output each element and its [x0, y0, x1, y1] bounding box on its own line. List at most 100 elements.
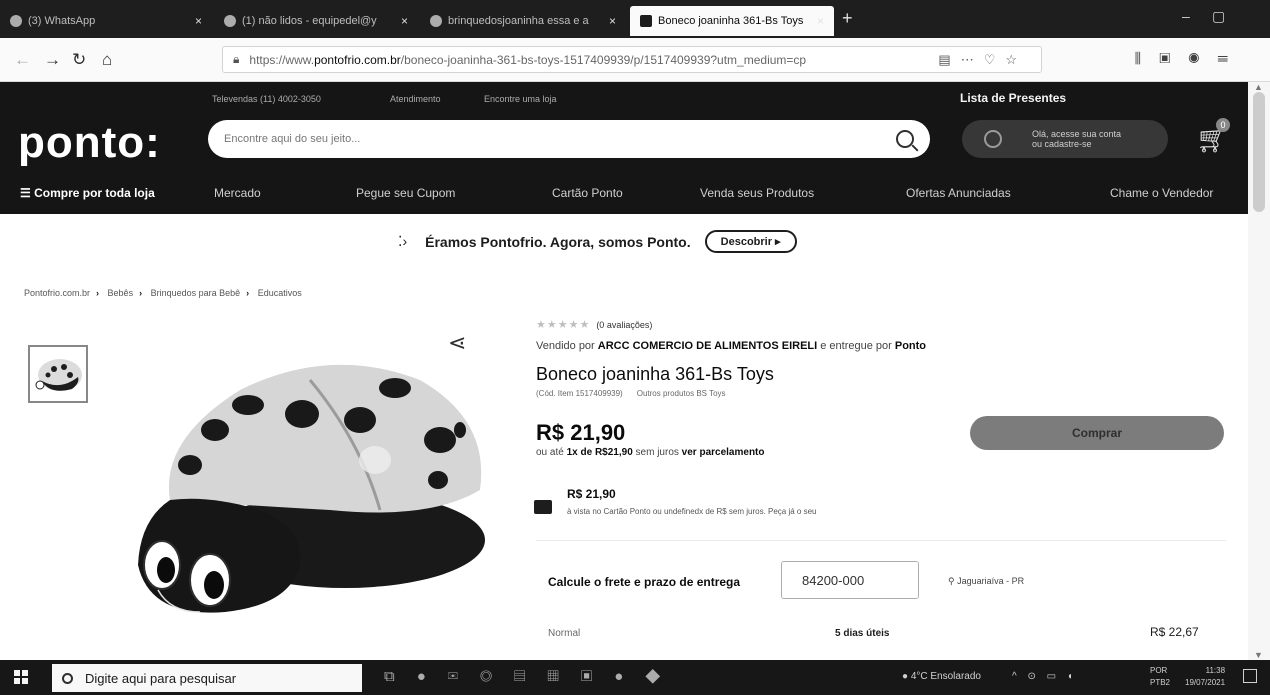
product-thumbnail[interactable] [28, 345, 88, 403]
tab-product[interactable]: Boneco joaninha 361-Bs Toys × [630, 6, 834, 36]
whatsapp-icon [10, 15, 22, 27]
card-note: à vista no Cartão Ponto ou undefinedx de… [567, 507, 817, 516]
star-icon: ★★★★★ [536, 319, 591, 331]
tab-whatsapp[interactable]: (3) WhatsApp × [0, 6, 212, 36]
product-code: (Cód. Item 1517409939) [536, 389, 623, 398]
cep-input[interactable] [781, 561, 919, 599]
language-code: POR [1150, 666, 1168, 675]
toolbar-icons[interactable]: ⫼▣◉☰ [1135, 50, 1246, 67]
address-bar[interactable]: 🔒︎ https://www.pontofrio.com.br/boneco-j… [222, 46, 1042, 73]
search-icon [62, 672, 73, 684]
atendimento-link[interactable]: Atendimento [390, 94, 441, 104]
language-indicator[interactable]: POR PTB2 [1150, 665, 1170, 689]
rating-stars[interactable]: ★★★★★ (0 avaliações) [536, 318, 652, 331]
clock-time: 11:38 [1205, 666, 1226, 675]
other-products-link[interactable]: Outros produtos BS Toys [637, 389, 726, 398]
account-line-1: Olá, acesse sua conta [1032, 129, 1122, 139]
lock-icon: 🔒︎ [233, 52, 240, 66]
scrollbar-thumb[interactable] [1253, 92, 1265, 212]
page-actions-icon[interactable]: ▤⋯♡☆ [938, 52, 1027, 68]
system-tray-icon[interactable]: ^ ⊙ ▭ ◖ [1012, 671, 1077, 682]
breadcrumb: Pontofrio.com.br › Bebês › Brinquedos para… [24, 288, 302, 298]
shipping-type: Normal [548, 628, 581, 639]
buy-button[interactable]: Comprar [970, 416, 1224, 450]
main-menu: ☰ Compre por toda loja Mercado Pegue seu… [0, 178, 1248, 208]
google-icon [430, 15, 442, 27]
delivered-by-name: Ponto [894, 340, 927, 352]
search-box [208, 120, 930, 158]
user-icon [984, 130, 1002, 148]
menu-chame-vendedor[interactable]: Chame o Vendedor [1110, 186, 1213, 200]
weather-widget[interactable]: ● 4°C Ensolarado [902, 671, 981, 682]
review-count: (0 avaliações) [596, 320, 653, 330]
breadcrumb-item[interactable]: Pontofrio.com.br [24, 288, 90, 298]
breadcrumb-item[interactable]: Educativos [258, 288, 302, 298]
chevron-right-icon: › [96, 288, 100, 298]
home-icon[interactable]: ⌂ [102, 50, 112, 70]
city-location[interactable]: ⚲ Jaguariaíva - PR [948, 576, 1024, 587]
site-header: Televendas (11) 4002-3050 Atendimento En… [0, 82, 1248, 214]
ponto-logo[interactable]: ponto: [18, 118, 161, 168]
menu-cartao[interactable]: Cartão Ponto [552, 186, 623, 200]
breadcrumb-item[interactable]: Bebês [108, 288, 134, 298]
maximize-icon[interactable]: ▢ [1212, 8, 1225, 25]
account-line-2: ou cadastre-se [1032, 139, 1092, 149]
new-tab-icon[interactable]: + [842, 8, 853, 29]
tab-search[interactable]: brinquedosjoaninha essa e a × [420, 6, 626, 36]
close-icon[interactable]: × [401, 14, 408, 28]
installments-info: ou até 1x de R$21,90 sem juros ver parce… [536, 447, 765, 458]
reload-icon[interactable]: ↻ [72, 50, 86, 70]
breadcrumb-item[interactable]: Brinquedos para Bebê [151, 288, 241, 298]
installments-suffix: sem juros [632, 447, 682, 458]
search-input[interactable] [224, 133, 896, 145]
menu-ofertas[interactable]: Ofertas Anunciadas [906, 186, 1011, 200]
back-icon[interactable]: ← [14, 50, 31, 70]
tab-email[interactable]: (1) não lidos - equipedel@y × [214, 6, 418, 36]
clock[interactable]: 11:38 19/07/2021 [1185, 665, 1225, 689]
scroll-down-icon[interactable]: ▼ [1254, 650, 1263, 660]
card-price: R$ 21,90 [567, 487, 616, 501]
seller-info: Vendido por ARCC COMERCIO DE ALIMENTOS E… [536, 340, 926, 352]
windows-taskbar: Digite aqui para pesquisar ⧉●✉◎▤▦▣●◆ ● 4… [0, 660, 1270, 695]
notification-icon[interactable] [1243, 669, 1257, 683]
televendas-link[interactable]: Televendas (11) 4002-3050 [212, 94, 321, 104]
taskbar-search-placeholder: Digite aqui para pesquisar [85, 670, 237, 686]
menu-all-departments[interactable]: ☰ Compre por toda loja [20, 186, 155, 200]
taskbar-search[interactable]: Digite aqui para pesquisar [52, 664, 362, 692]
store-finder-link[interactable]: Encontre uma loja [484, 94, 557, 104]
shipping-label: Calcule o frete e prazo de entrega [548, 575, 741, 589]
weather-text: 4°C Ensolarado [910, 671, 981, 682]
discover-button[interactable]: Descobrir ▸ [704, 230, 797, 253]
url-text: https://www.pontofrio.com.br/boneco-joan… [249, 52, 807, 67]
browser-tab-bar: (3) WhatsApp × (1) não lidos - equipedel… [0, 0, 1270, 38]
close-icon[interactable]: × [609, 14, 616, 28]
installments-prefix: ou até [536, 447, 567, 458]
windows-start-icon[interactable] [14, 670, 28, 684]
cart-icon[interactable]: 🛒︎ 0 [1196, 118, 1230, 154]
cart-count-badge: 0 [1216, 118, 1230, 132]
forward-icon[interactable]: → [44, 50, 61, 70]
chevron-right-icon: › [246, 288, 250, 298]
shipping-days: 5 dias úteis [835, 628, 890, 639]
installments-value: 1x de R$21,90 [566, 447, 633, 458]
close-icon[interactable]: × [195, 14, 202, 28]
gift-list-link[interactable]: Lista de Presentes [960, 91, 1066, 105]
ponto-dots-icon: ⁚› [398, 233, 408, 249]
product-title: Boneco joaninha 361-Bs Toys [536, 364, 774, 384]
minimize-icon[interactable]: – [1182, 8, 1190, 24]
account-button[interactable]: Olá, acesse sua conta ou cadastre-se [962, 120, 1168, 158]
browser-nav-bar: ← → ↻ ⌂ 🔒︎ https://www.pontofrio.com.br/… [0, 38, 1270, 82]
product-code-row: (Cód. Item 1517409939) Outros produtos BS… [536, 389, 726, 398]
view-installments-link[interactable]: ver parcelamento [682, 447, 765, 458]
ladybug-thumb-image [35, 359, 82, 391]
menu-cupom[interactable]: Pegue seu Cupom [356, 186, 455, 200]
scroll-up-icon[interactable]: ▲ [1254, 82, 1263, 92]
close-icon[interactable]: × [817, 14, 824, 28]
taskbar-apps-icon[interactable]: ⧉●✉◎▤▦▣●◆ [384, 668, 682, 685]
menu-venda[interactable]: Venda seus Produtos [700, 186, 814, 200]
seller-name[interactable]: ARCC COMERCIO DE ALIMENTOS EIRELI [598, 340, 817, 352]
menu-mercado[interactable]: Mercado [214, 186, 261, 200]
page-scrollbar[interactable]: ▲ ▼ [1248, 82, 1270, 660]
product-image [130, 350, 500, 620]
search-icon[interactable] [896, 130, 914, 148]
